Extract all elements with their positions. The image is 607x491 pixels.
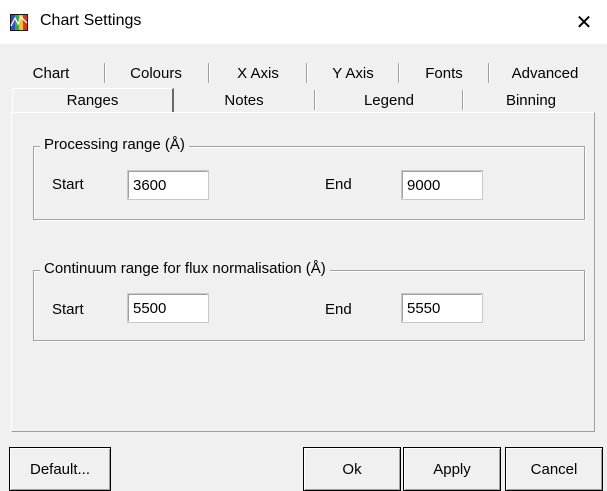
tab-colours-label: Colours (130, 65, 182, 82)
tab-notes-label: Notes (224, 92, 264, 109)
close-button[interactable]: ✕ (561, 0, 607, 44)
app-icon (10, 14, 28, 31)
tab-fonts-label: Fonts (425, 65, 463, 82)
tab-y-axis[interactable]: Y Axis (310, 63, 396, 85)
tab-divider (488, 63, 490, 83)
continuum-range-legend: Continuum range for flux normalisation (… (40, 260, 330, 277)
tab-divider (398, 63, 400, 83)
continuum-range-group: Continuum range for flux normalisation (… (33, 260, 585, 341)
tab-chart-label: Chart (32, 65, 70, 82)
processing-range-legend: Processing range (Å) (40, 136, 189, 153)
continuum-end-label: End (325, 301, 352, 318)
tab-chart[interactable]: Chart (16, 63, 86, 85)
tab-y-axis-label: Y Axis (332, 65, 374, 82)
tab-advanced-label: Advanced (511, 65, 579, 82)
tab-fonts[interactable]: Fonts (402, 63, 486, 85)
tab-x-axis[interactable]: X Axis (212, 63, 304, 85)
tab-divider (462, 90, 464, 110)
processing-end-field[interactable] (401, 170, 483, 200)
default-button[interactable]: Default... (9, 447, 111, 491)
ok-button[interactable]: Ok (303, 447, 401, 491)
processing-range-group: Processing range (Å) (33, 136, 585, 220)
processing-end-label: End (325, 176, 352, 193)
continuum-start-label: Start (52, 301, 84, 318)
tab-colours[interactable]: Colours (108, 63, 204, 85)
tab-binning-label: Binning (505, 92, 557, 109)
apply-button[interactable]: Apply (403, 447, 501, 491)
tab-divider (104, 63, 106, 83)
tab-notes[interactable]: Notes (176, 90, 312, 112)
tab-advanced[interactable]: Advanced (492, 63, 598, 85)
continuum-start-field[interactable] (127, 293, 209, 323)
processing-start-label: Start (52, 176, 84, 193)
window-title: Chart Settings (40, 12, 142, 29)
tab-ranges[interactable]: Ranges (12, 88, 174, 113)
processing-start-field[interactable] (127, 170, 209, 200)
tab-divider (314, 90, 316, 110)
title-bar: Chart Settings ✕ (0, 0, 607, 44)
close-icon: ✕ (575, 11, 593, 34)
tab-legend[interactable]: Legend (318, 90, 460, 112)
tab-divider (306, 63, 308, 83)
tab-legend-label: Legend (363, 92, 415, 109)
tab-binning[interactable]: Binning (466, 90, 596, 112)
dialog-client-area: Chart Colours X Axis Y Axis Fonts Advanc… (0, 44, 607, 491)
tab-ranges-label: Ranges (66, 92, 119, 109)
continuum-end-field[interactable] (401, 293, 483, 323)
cancel-button[interactable]: Cancel (505, 447, 603, 491)
tab-divider (208, 63, 210, 83)
tab-x-axis-label: X Axis (237, 65, 279, 82)
